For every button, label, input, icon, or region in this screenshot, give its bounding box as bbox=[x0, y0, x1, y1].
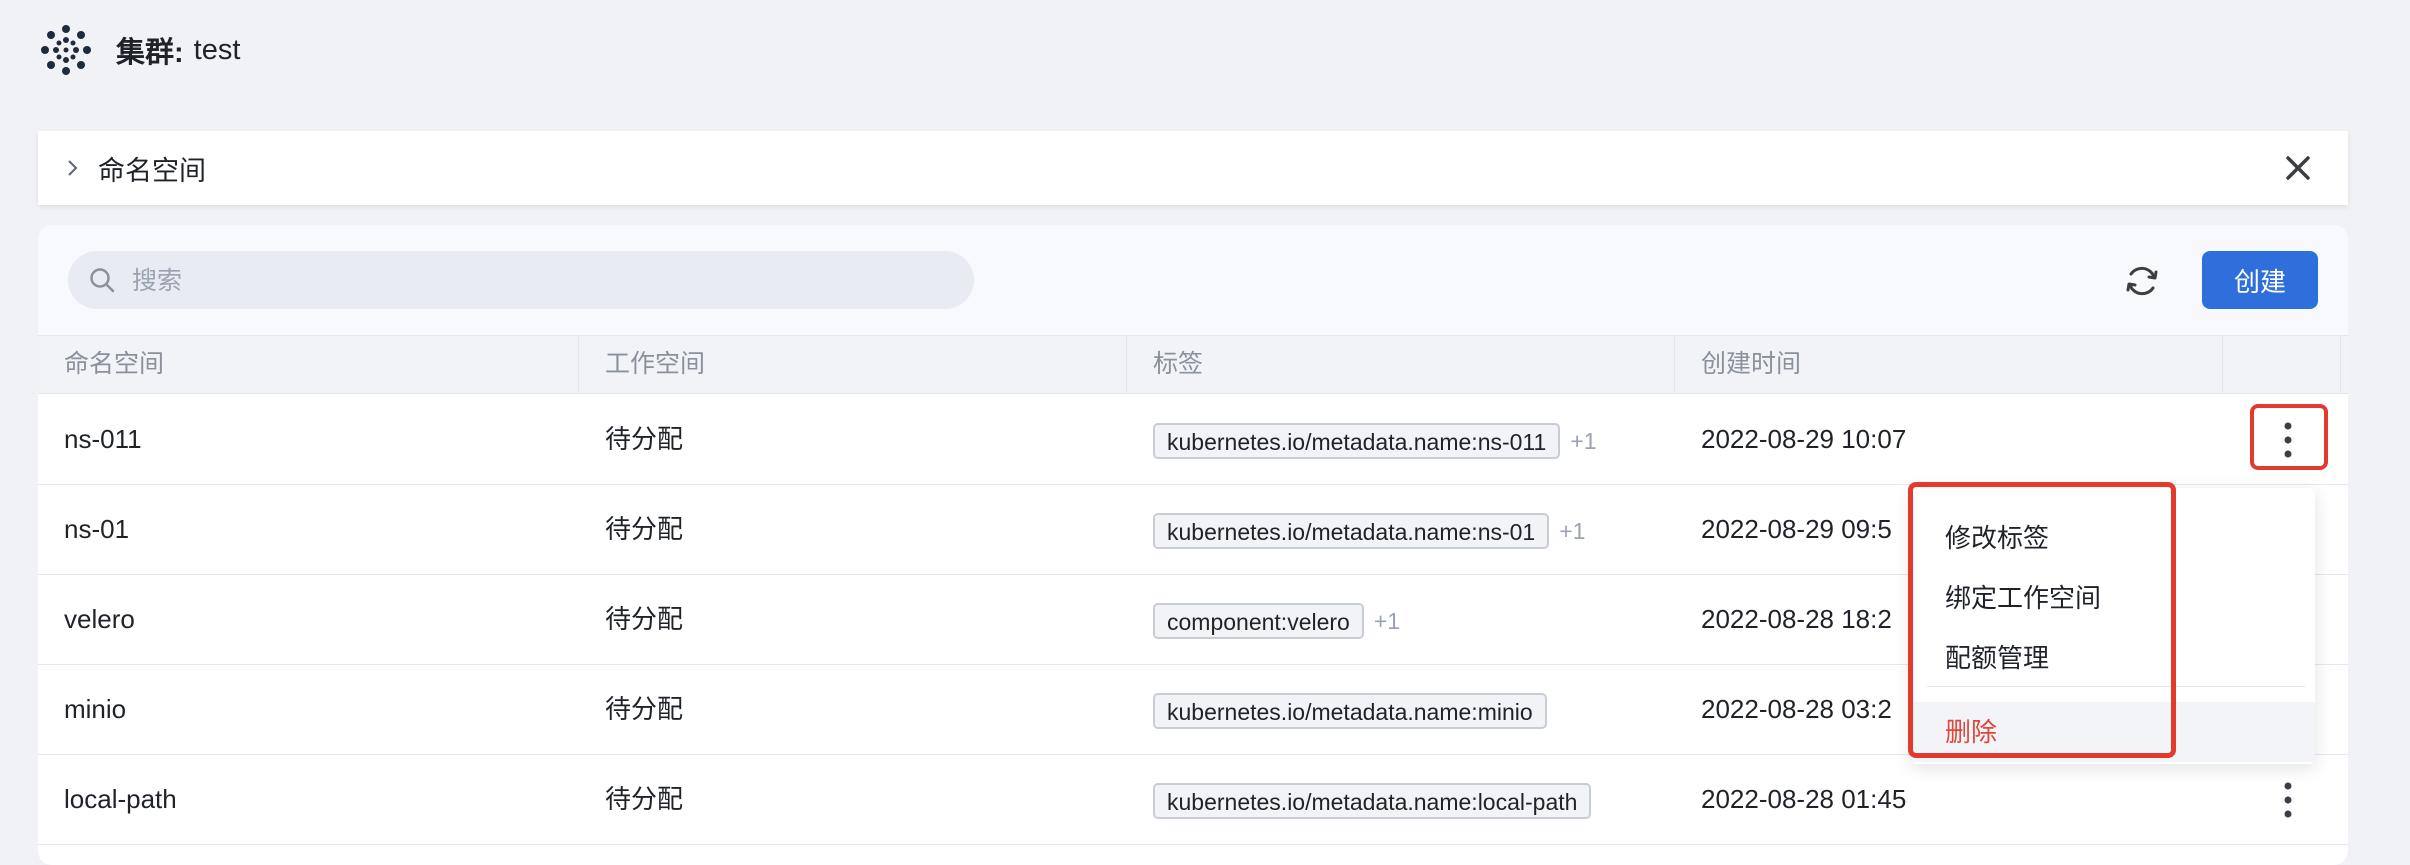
search-input[interactable] bbox=[130, 251, 954, 311]
namespace-section-bar: 命名空间 bbox=[38, 131, 2348, 205]
tags-cell: kubernetes.io/metadata.name:local-path bbox=[1127, 755, 1592, 844]
table-row: local-path 待分配 kubernetes.io/metadata.na… bbox=[38, 755, 2348, 845]
namespace-name[interactable]: velero bbox=[38, 575, 135, 664]
tags-cell: kubernetes.io/metadata.name:ns-01 +1 bbox=[1127, 485, 1585, 574]
namespace-name[interactable]: ns-01 bbox=[38, 485, 129, 574]
workspace-value: 待分配 bbox=[605, 604, 684, 634]
chevron-right-icon[interactable] bbox=[60, 156, 84, 180]
tag-chip: kubernetes.io/metadata.name:local-path bbox=[1153, 783, 1592, 820]
workspace-value: 待分配 bbox=[605, 514, 684, 544]
namespace-name[interactable]: ns-011 bbox=[38, 395, 142, 484]
tag-chip: kubernetes.io/metadata.name:ns-011 bbox=[1153, 423, 1561, 460]
active-actions-highlight bbox=[2250, 404, 2328, 470]
column-header-tags[interactable]: 标签 bbox=[1127, 336, 1675, 393]
cluster-name: test bbox=[193, 33, 241, 66]
cluster-logo-icon bbox=[41, 25, 91, 75]
tags-cell: kubernetes.io/metadata.name:minio bbox=[1127, 665, 1547, 754]
tag-chip: kubernetes.io/metadata.name:minio bbox=[1153, 693, 1547, 730]
created-time: 2022-08-28 01:45 bbox=[1701, 784, 1907, 814]
column-header-actions bbox=[2223, 336, 2341, 393]
cluster-header: 集群: test bbox=[38, 22, 240, 78]
tag-chip: component:velero bbox=[1153, 603, 1364, 640]
workspace-value: 待分配 bbox=[605, 694, 684, 724]
column-header-workspace[interactable]: 工作空间 bbox=[579, 336, 1127, 393]
close-icon[interactable] bbox=[2282, 152, 2314, 184]
created-time: 2022-08-28 18:2 bbox=[1701, 604, 1892, 634]
column-header-namespace[interactable]: 命名空间 bbox=[38, 336, 579, 393]
cluster-label: 集群: bbox=[116, 37, 184, 69]
namespace-section-title: 命名空间 bbox=[98, 155, 206, 186]
table-header: 命名空间 工作空间 标签 创建时间 bbox=[38, 335, 2348, 394]
created-time: 2022-08-29 10:07 bbox=[1701, 424, 1907, 454]
namespace-name[interactable]: local-path bbox=[38, 755, 177, 844]
table-row: ns-011 待分配 kubernetes.io/metadata.name:n… bbox=[38, 395, 2348, 485]
more-actions-icon[interactable] bbox=[2284, 780, 2292, 820]
create-button[interactable]: 创建 bbox=[2202, 251, 2318, 309]
namespace-name[interactable]: minio bbox=[38, 665, 126, 754]
workspace-value: 待分配 bbox=[605, 424, 684, 454]
workspace-value: 待分配 bbox=[605, 784, 684, 814]
more-tags-count[interactable]: +1 bbox=[1559, 518, 1585, 544]
column-header-created[interactable]: 创建时间 bbox=[1675, 336, 2223, 393]
search-box[interactable] bbox=[68, 251, 974, 311]
table-toolbar: 创建 bbox=[38, 225, 2348, 335]
tags-cell: kubernetes.io/metadata.name:ns-011 +1 bbox=[1127, 395, 1597, 484]
tag-chip: kubernetes.io/metadata.name:ns-01 bbox=[1153, 513, 1550, 550]
more-tags-count[interactable]: +1 bbox=[1570, 428, 1596, 454]
created-time: 2022-08-29 09:5 bbox=[1701, 514, 1892, 544]
tags-cell: component:velero +1 bbox=[1127, 575, 1400, 664]
more-tags-count[interactable]: +1 bbox=[1374, 608, 1400, 634]
refresh-icon[interactable] bbox=[2123, 262, 2161, 300]
created-time: 2022-08-28 03:2 bbox=[1701, 694, 1892, 724]
search-icon bbox=[90, 268, 115, 293]
menu-highlight bbox=[1908, 482, 2176, 758]
